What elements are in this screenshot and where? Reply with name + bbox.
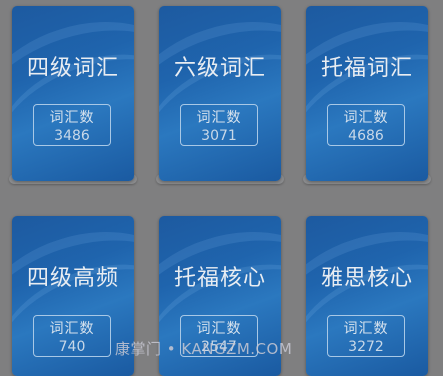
card-face[interactable]: 雅思核心 词汇数 3272 [306,216,428,376]
card-cet6-vocab[interactable]: 六级词汇 词汇数 3071 [156,6,284,189]
word-count-label: 词汇数 [49,321,95,337]
card-face[interactable]: 六级词汇 词汇数 3071 [159,6,281,181]
word-count-badge: 词汇数 740 [33,315,111,357]
card-title: 四级高频 [26,266,119,291]
card-ielts-core[interactable]: 雅思核心 词汇数 3272 [306,216,428,376]
card-title: 四级词汇 [26,56,119,81]
card-title: 雅思核心 [320,266,413,291]
site-watermark: 康掌门 • KANGZM.COM [115,340,293,358]
card-cet4-vocab[interactable]: 四级词汇 词汇数 3486 [9,6,137,189]
word-count-label: 词汇数 [343,110,389,126]
word-count-badge: 词汇数 3486 [33,104,111,146]
word-count-label: 词汇数 [343,321,389,337]
word-count-value: 3486 [54,128,90,144]
word-count-value: 3272 [348,339,384,355]
card-title: 托福词汇 [320,56,413,81]
card-face[interactable]: 托福词汇 词汇数 4686 [306,6,428,181]
word-count-label: 词汇数 [196,321,242,337]
word-count-badge: 词汇数 3272 [327,315,405,357]
vocabulary-card-grid: 四级词汇 词汇数 3486 六级词汇 词汇数 3071 托福词汇 词汇数 468… [0,0,443,376]
word-count-badge: 词汇数 4686 [327,104,405,146]
word-count-label: 词汇数 [196,110,242,126]
card-title: 托福核心 [173,266,266,291]
word-count-value: 4686 [348,128,384,144]
word-count-value: 3071 [201,128,237,144]
word-count-label: 词汇数 [49,110,95,126]
word-count-badge: 词汇数 3071 [180,104,258,146]
card-toefl-vocab[interactable]: 托福词汇 词汇数 4686 [303,6,431,189]
card-face[interactable]: 四级词汇 词汇数 3486 [12,6,134,181]
card-title: 六级词汇 [173,56,266,81]
word-count-value: 740 [58,339,86,355]
